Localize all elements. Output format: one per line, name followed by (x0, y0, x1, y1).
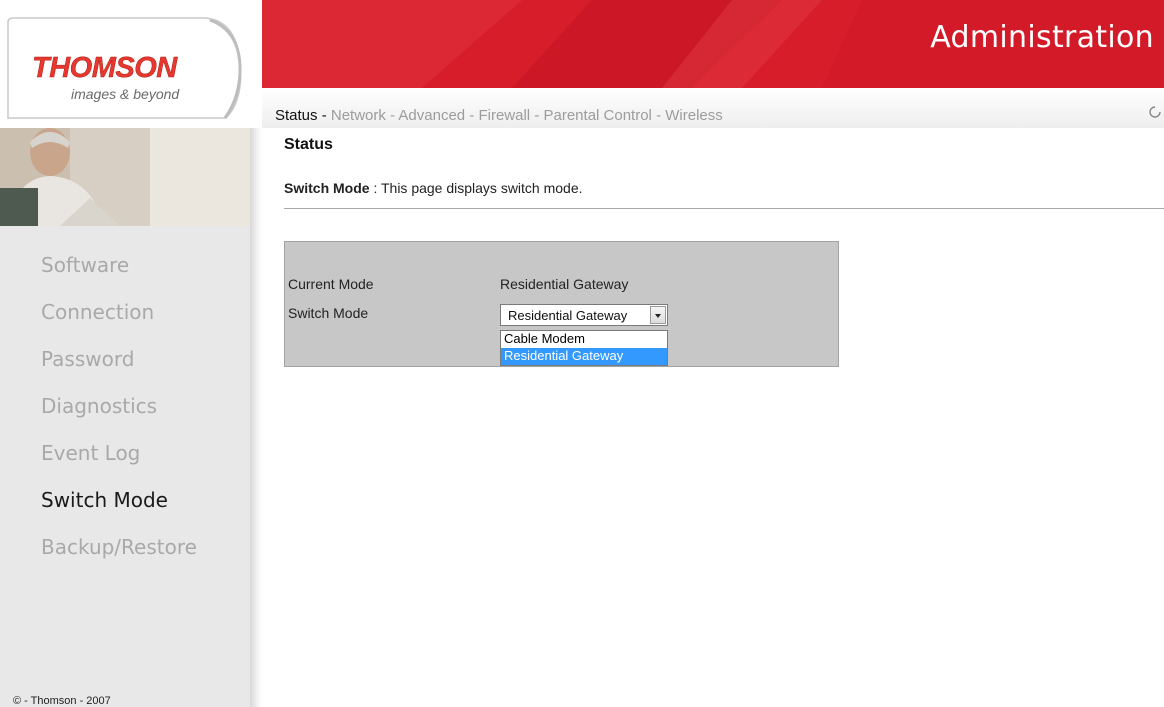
header-banner: Administration (262, 0, 1164, 88)
description-text: This page displays switch mode. (380, 180, 583, 196)
switch-mode-select[interactable]: Residential Gateway (500, 304, 668, 326)
logo: THOMSON (32, 52, 178, 84)
tab-separator: - (465, 107, 479, 124)
top-nav-bar: Status - Network - Advanced - Firewall -… (262, 88, 1164, 128)
switch-mode-label: Switch Mode (288, 305, 369, 321)
sidebar-item-backup-restore[interactable]: Backup/Restore (41, 535, 197, 582)
tab-status[interactable]: Status (275, 107, 318, 124)
current-mode-label: Current Mode (288, 276, 374, 292)
dropdown-option-residential-gateway[interactable]: Residential Gateway (501, 348, 667, 365)
sidebar-item-switch-mode[interactable]: Switch Mode (41, 488, 197, 535)
switch-mode-dropdown-list: Cable Modem Residential Gateway (500, 330, 668, 366)
header-photo (0, 128, 250, 226)
tab-separator: - (385, 107, 399, 124)
tab-separator: - (530, 107, 544, 124)
switch-mode-select-value: Residential Gateway (508, 308, 628, 323)
tab-wireless[interactable]: Wireless (665, 107, 723, 124)
sidebar-nav: Software Connection Password Diagnostics… (41, 253, 197, 582)
description-separator: : (369, 180, 381, 196)
sidebar-shadow (250, 128, 262, 707)
description-label: Switch Mode (284, 180, 370, 196)
copyright-text: © - Thomson - 2007 (13, 695, 111, 707)
sidebar-item-diagnostics[interactable]: Diagnostics (41, 394, 197, 441)
sidebar-item-connection[interactable]: Connection (41, 300, 197, 347)
page-title: Status (284, 136, 333, 153)
tab-advanced[interactable]: Advanced (398, 107, 465, 124)
tab-network[interactable]: Network (331, 107, 386, 124)
logo-area: THOMSON images & beyond (0, 0, 262, 128)
person-photo-illustration (0, 128, 250, 226)
tab-firewall[interactable]: Firewall (478, 107, 530, 124)
divider (284, 208, 1164, 209)
loading-spinner-icon (1149, 106, 1161, 118)
tab-parental-control[interactable]: Parental Control (544, 107, 652, 124)
sidebar-item-software[interactable]: Software (41, 253, 197, 300)
tab-separator: - (651, 107, 666, 124)
sidebar-item-password[interactable]: Password (41, 347, 197, 394)
chevron-down-icon (655, 314, 661, 318)
logo-tagline: images & beyond (71, 86, 180, 102)
sidebar-item-event-log[interactable]: Event Log (41, 441, 197, 488)
sidebar: Software Connection Password Diagnostics… (0, 128, 250, 707)
current-mode-value: Residential Gateway (500, 276, 629, 292)
dropdown-option-cable-modem[interactable]: Cable Modem (501, 331, 667, 348)
top-nav-tabs: Status - Network - Advanced - Firewall -… (275, 107, 723, 124)
dropdown-button[interactable] (650, 306, 666, 324)
page-header-title: Administration (930, 20, 1154, 55)
page-description: Switch Mode : This page displays switch … (284, 180, 583, 196)
tab-separator: - (317, 107, 331, 124)
